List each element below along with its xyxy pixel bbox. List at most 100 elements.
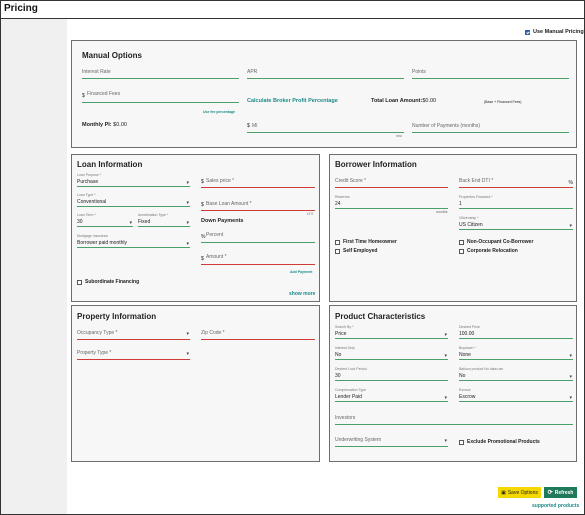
loan-information-title: Loan Information	[77, 160, 143, 169]
search-by-value: Price	[335, 331, 347, 337]
base-loan-currency: $	[201, 202, 204, 208]
chevron-down-icon: ▾	[444, 438, 447, 444]
occupancy-type-select[interactable]: Occupancy Type * ▾	[77, 328, 190, 340]
loan-term-select[interactable]: Loan Term * 30 ▾	[77, 213, 133, 227]
first-time-homeowner-checkbox[interactable]	[335, 239, 340, 245]
base-loan-amount-field[interactable]: $ Base Loan Amount *	[201, 200, 315, 211]
total-loan-amount-value: $0.00	[422, 98, 437, 104]
sales-price-field[interactable]: $ Sales price *	[201, 177, 315, 188]
property-type-select[interactable]: Property Type * ▾	[77, 348, 190, 360]
compensation-type-value: Lender Paid	[335, 394, 362, 400]
apr-label: APR	[247, 69, 258, 75]
financed-fees-field[interactable]: $ Financed Fees	[82, 90, 239, 103]
refresh-icon: ⟳	[547, 490, 553, 496]
borrower-information-panel: Borrower Information Credit Score * Back…	[329, 154, 577, 302]
interest-only-value: No	[335, 352, 342, 358]
subordinate-financing-checkbox[interactable]	[77, 279, 82, 285]
corporate-relocation-checkbox[interactable]	[459, 248, 464, 254]
show-more-link[interactable]: show more	[289, 291, 315, 297]
properties-financed-field[interactable]: Properties Financed * 1	[459, 195, 573, 209]
investors-field[interactable]: Investors	[335, 413, 573, 425]
refresh-button[interactable]: ⟳ Refresh	[544, 487, 577, 498]
balloon-label: Balloon product No data use	[459, 367, 504, 371]
desired-price-field[interactable]: Desired Price 100.00	[459, 325, 573, 339]
ltv-label: LTV	[307, 212, 314, 216]
number-of-payments-field[interactable]: Number of Payments (months)	[412, 121, 569, 133]
mi-unit: /mo	[396, 134, 402, 138]
use-fee-percentage-link[interactable]: Use fee percentage	[203, 110, 235, 114]
back-end-dti-label: Back End DTI *	[459, 178, 494, 184]
self-employed-checkbox[interactable]	[335, 248, 340, 254]
underwriting-system-select[interactable]: Underwriting System ▾	[335, 435, 448, 447]
properties-financed-label: Properties Financed *	[459, 195, 493, 199]
exclude-promotional-toggle[interactable]: Exclude Promotional Products	[459, 439, 540, 445]
chevron-down-icon: ▾	[186, 351, 189, 357]
refresh-label: Refresh	[554, 489, 574, 496]
down-payment-amount-field[interactable]: $ Amount *	[201, 253, 315, 265]
save-options-button[interactable]: ▣ Save Options	[498, 487, 541, 498]
back-end-dti-field[interactable]: Back End DTI * %	[459, 177, 573, 188]
loan-term-label: Loan Term *	[77, 213, 96, 217]
property-type-label: Property Type *	[77, 350, 112, 356]
points-field[interactable]: Points	[412, 67, 569, 79]
total-loan-amount: Total Loan Amount:$0.00	[371, 98, 436, 104]
credit-score-label: Credit Score *	[335, 178, 367, 184]
borrower-information-title: Borrower Information	[335, 160, 417, 169]
first-time-homeowner-toggle[interactable]: First Time Homeowner	[335, 239, 397, 245]
monthly-pi-value: $0.00	[113, 122, 127, 128]
loan-type-select[interactable]: Loan Type * Conventional ▾	[77, 193, 190, 207]
loan-information-panel: Loan Information Loan Purpose * Purchase…	[71, 154, 320, 302]
monthly-pi: Monthly PI: $0.00	[82, 122, 127, 128]
apr-field[interactable]: APR	[247, 67, 404, 79]
non-occupant-co-borrower-toggle[interactable]: Non-Occupant Co-Borrower	[459, 239, 533, 245]
zip-code-field[interactable]: Zip Code *	[201, 328, 315, 340]
search-by-select[interactable]: Search By * Price ▾	[335, 325, 448, 339]
supported-products-link[interactable]: supported products	[532, 503, 579, 509]
mortgage-insurance-label: Mortgage Insurance	[77, 234, 109, 238]
reserves-field[interactable]: Reserves 24	[335, 195, 448, 209]
interest-rate-label: Interest Rate	[82, 69, 111, 75]
add-payment-link[interactable]: Add Payment	[290, 270, 312, 274]
self-employed-toggle[interactable]: Self Employed	[335, 248, 377, 254]
compensation-type-select[interactable]: Compensation Type Lender Paid ▾	[335, 388, 448, 402]
down-payment-percent-field[interactable]: % Percent	[201, 231, 315, 243]
amortization-type-value: Fixed	[138, 219, 151, 225]
buydown-select[interactable]: Buydown * None ▾	[459, 346, 573, 360]
loan-purpose-select[interactable]: Loan Purpose * Purchase ▾	[77, 173, 190, 187]
base-financed-note: (Base + Financed Fees)	[484, 100, 522, 104]
financed-fees-label: Financed Fees	[87, 91, 121, 97]
investors-label: Investors	[335, 415, 356, 421]
down-payments-heading: Down Payments	[201, 218, 244, 224]
amortization-type-select[interactable]: Amortization Type * Fixed ▾	[138, 213, 190, 227]
desired-lock-period-field[interactable]: Desired Lock Period 30	[335, 367, 448, 381]
interest-rate-field[interactable]: Interest Rate	[82, 67, 239, 79]
calculate-broker-profit-link[interactable]: Calculate Broker Profit Percentage	[247, 98, 338, 104]
monthly-pi-label: Monthly PI:	[82, 122, 112, 128]
use-manual-pricing-toggle[interactable]: Use Manual Pricing	[525, 29, 584, 35]
mi-field[interactable]: $ MI	[247, 121, 404, 133]
product-characteristics-title: Product Characteristics	[335, 312, 426, 321]
use-manual-pricing-checkbox[interactable]	[525, 29, 530, 35]
exclude-promotional-checkbox[interactable]	[459, 439, 464, 445]
save-icon: ▣	[501, 489, 506, 496]
citizenship-select[interactable]: Citizenship * US Citizen ▾	[459, 216, 573, 230]
credit-score-field[interactable]: Credit Score *	[335, 177, 448, 188]
citizenship-value: US Citizen	[459, 222, 483, 228]
exclude-promotional-label: Exclude Promotional Products	[467, 439, 540, 445]
balloon-select[interactable]: Balloon product No data use No ▾	[459, 367, 573, 381]
chevron-down-icon: ▾	[186, 331, 189, 337]
number-of-payments-label: Number of Payments (months)	[412, 123, 481, 129]
corporate-relocation-toggle[interactable]: Corporate Relocation	[459, 248, 518, 254]
loan-term-value: 30	[77, 219, 83, 225]
escrow-value: Escrow	[459, 394, 476, 400]
financed-fees-currency: $	[82, 93, 85, 99]
search-by-label: Search By *	[335, 325, 354, 329]
subordinate-financing-toggle[interactable]: Subordinate Financing	[77, 279, 139, 285]
reserves-value: 24	[335, 201, 341, 207]
interest-only-select[interactable]: Interest Only No ▾	[335, 346, 448, 360]
subordinate-financing-label: Subordinate Financing	[85, 279, 140, 285]
mortgage-insurance-value: Borrower paid monthly	[77, 240, 128, 246]
escrow-select[interactable]: Escrow Escrow ▾	[459, 388, 573, 402]
non-occupant-co-borrower-checkbox[interactable]	[459, 239, 464, 245]
mortgage-insurance-select[interactable]: Mortgage Insurance Borrower paid monthly…	[77, 234, 190, 248]
